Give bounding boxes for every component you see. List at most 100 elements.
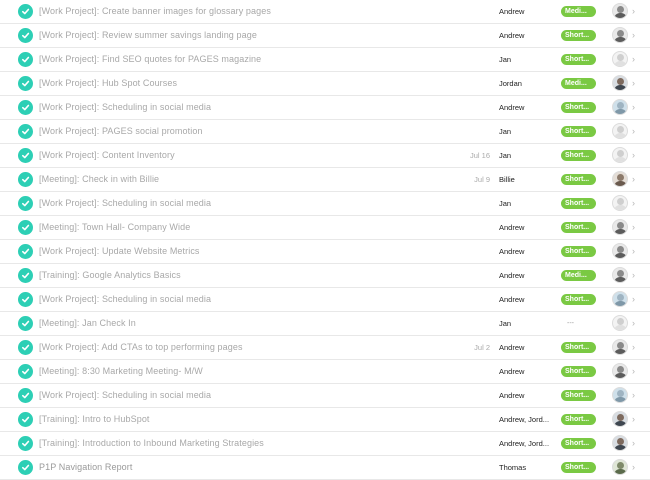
check-circle-icon[interactable]	[18, 172, 33, 187]
task-row[interactable]: [Meeting]: Check in with Billie Jul 9 Bill…	[0, 168, 650, 192]
assignee[interactable]: Andrew	[499, 0, 555, 23]
task-name[interactable]: [Meeting]: Jan Check In	[39, 312, 136, 335]
avatar[interactable]	[612, 243, 628, 259]
task-name[interactable]: [Work Project]: Add CTAs to top performi…	[39, 336, 243, 359]
priority-tag[interactable]: Short...	[561, 30, 596, 41]
chevron-right-icon[interactable]: ›	[632, 0, 635, 23]
avatar[interactable]	[612, 75, 628, 91]
task-name[interactable]: [Work Project]: Review summer savings la…	[39, 24, 257, 47]
task-name[interactable]: [Training]: Intro to HubSpot	[39, 408, 150, 431]
check-circle-icon[interactable]	[18, 412, 33, 427]
priority-tag[interactable]: Short...	[561, 246, 596, 257]
priority-tag[interactable]: ---	[561, 318, 596, 329]
task-row[interactable]: [Work Project]: Scheduling in social med…	[0, 192, 650, 216]
task-row[interactable]: P1P Navigation Report Thomas Short... ›	[0, 456, 650, 480]
assignee[interactable]: Andrew	[499, 336, 555, 359]
check-circle-icon[interactable]	[18, 76, 33, 91]
check-circle-icon[interactable]	[18, 196, 33, 211]
task-name[interactable]: [Work Project]: Create banner images for…	[39, 0, 271, 23]
task-row[interactable]: [Work Project]: PAGES social promotion Ja…	[0, 120, 650, 144]
task-name[interactable]: [Work Project]: Scheduling in social med…	[39, 384, 211, 407]
task-name[interactable]: [Work Project]: Update Website Metrics	[39, 240, 200, 263]
chevron-right-icon[interactable]: ›	[632, 168, 635, 191]
avatar[interactable]	[612, 3, 628, 19]
avatar[interactable]	[612, 459, 628, 475]
task-name[interactable]: [Work Project]: PAGES social promotion	[39, 120, 203, 143]
assignee[interactable]: Andrew	[499, 24, 555, 47]
assignee[interactable]: Andrew, Jord...	[499, 432, 555, 455]
avatar[interactable]	[612, 363, 628, 379]
assignee[interactable]: Andrew	[499, 384, 555, 407]
check-circle-icon[interactable]	[18, 292, 33, 307]
task-row[interactable]: [Meeting]: Jan Check In Jan --- ›	[0, 312, 650, 336]
task-name[interactable]: [Meeting]: Town Hall- Company Wide	[39, 216, 190, 239]
task-row[interactable]: [Work Project]: Scheduling in social med…	[0, 288, 650, 312]
priority-tag[interactable]: Short...	[561, 198, 596, 209]
task-row[interactable]: [Work Project]: Hub Spot Courses Jordan Me…	[0, 72, 650, 96]
chevron-right-icon[interactable]: ›	[632, 312, 635, 335]
priority-tag[interactable]: Short...	[561, 222, 596, 233]
assignee[interactable]: Jan	[499, 48, 555, 71]
assignee[interactable]: Andrew	[499, 360, 555, 383]
task-row[interactable]: [Work Project]: Content Inventory Jul 16 J…	[0, 144, 650, 168]
chevron-right-icon[interactable]: ›	[632, 240, 635, 263]
priority-tag[interactable]: Medi...	[561, 6, 596, 17]
check-circle-icon[interactable]	[18, 436, 33, 451]
assignee[interactable]: Jan	[499, 312, 555, 335]
task-name[interactable]: [Work Project]: Scheduling in social med…	[39, 96, 211, 119]
chevron-right-icon[interactable]: ›	[632, 120, 635, 143]
priority-tag[interactable]: Short...	[561, 294, 596, 305]
check-circle-icon[interactable]	[18, 28, 33, 43]
chevron-right-icon[interactable]: ›	[632, 72, 635, 95]
avatar[interactable]	[612, 195, 628, 211]
task-row[interactable]: [Training]: Intro to HubSpot Andrew, Jord…	[0, 408, 650, 432]
priority-tag[interactable]: Short...	[561, 174, 596, 185]
assignee[interactable]: Billie	[499, 168, 555, 191]
check-circle-icon[interactable]	[18, 124, 33, 139]
assignee[interactable]: Jan	[499, 120, 555, 143]
assignee[interactable]: Andrew	[499, 288, 555, 311]
priority-tag[interactable]: Short...	[561, 126, 596, 137]
priority-tag[interactable]: Medi...	[561, 270, 596, 281]
avatar[interactable]	[612, 267, 628, 283]
chevron-right-icon[interactable]: ›	[632, 408, 635, 431]
check-circle-icon[interactable]	[18, 268, 33, 283]
chevron-right-icon[interactable]: ›	[632, 288, 635, 311]
task-row[interactable]: [Work Project]: Add CTAs to top performi…	[0, 336, 650, 360]
check-circle-icon[interactable]	[18, 148, 33, 163]
avatar[interactable]	[612, 171, 628, 187]
avatar[interactable]	[612, 411, 628, 427]
task-name[interactable]: [Work Project]: Find SEO quotes for PAGE…	[39, 48, 261, 71]
avatar[interactable]	[612, 315, 628, 331]
check-circle-icon[interactable]	[18, 388, 33, 403]
task-name[interactable]: [Work Project]: Scheduling in social med…	[39, 192, 211, 215]
check-circle-icon[interactable]	[18, 52, 33, 67]
avatar[interactable]	[612, 387, 628, 403]
task-row[interactable]: [Work Project]: Find SEO quotes for PAGE…	[0, 48, 650, 72]
task-name[interactable]: [Work Project]: Scheduling in social med…	[39, 288, 211, 311]
task-name[interactable]: [Training]: Introduction to Inbound Mark…	[39, 432, 264, 455]
priority-tag[interactable]: Short...	[561, 390, 596, 401]
chevron-right-icon[interactable]: ›	[632, 264, 635, 287]
assignee[interactable]: Andrew	[499, 240, 555, 263]
avatar[interactable]	[612, 219, 628, 235]
check-circle-icon[interactable]	[18, 4, 33, 19]
chevron-right-icon[interactable]: ›	[632, 216, 635, 239]
task-row[interactable]: [Meeting]: Town Hall- Company Wide Andrew…	[0, 216, 650, 240]
avatar[interactable]	[612, 123, 628, 139]
chevron-right-icon[interactable]: ›	[632, 96, 635, 119]
avatar[interactable]	[612, 435, 628, 451]
assignee[interactable]: Andrew	[499, 264, 555, 287]
task-name[interactable]: [Work Project]: Hub Spot Courses	[39, 72, 177, 95]
chevron-right-icon[interactable]: ›	[632, 192, 635, 215]
chevron-right-icon[interactable]: ›	[632, 144, 635, 167]
task-row[interactable]: [Meeting]: 8:30 Marketing Meeting- M/W An…	[0, 360, 650, 384]
assignee[interactable]: Jan	[499, 144, 555, 167]
assignee[interactable]: Andrew	[499, 216, 555, 239]
task-name[interactable]: [Meeting]: 8:30 Marketing Meeting- M/W	[39, 360, 203, 383]
task-row[interactable]: [Work Project]: Update Website Metrics An…	[0, 240, 650, 264]
assignee[interactable]: Andrew, Jord...	[499, 408, 555, 431]
chevron-right-icon[interactable]: ›	[632, 24, 635, 47]
chevron-right-icon[interactable]: ›	[632, 384, 635, 407]
chevron-right-icon[interactable]: ›	[632, 336, 635, 359]
